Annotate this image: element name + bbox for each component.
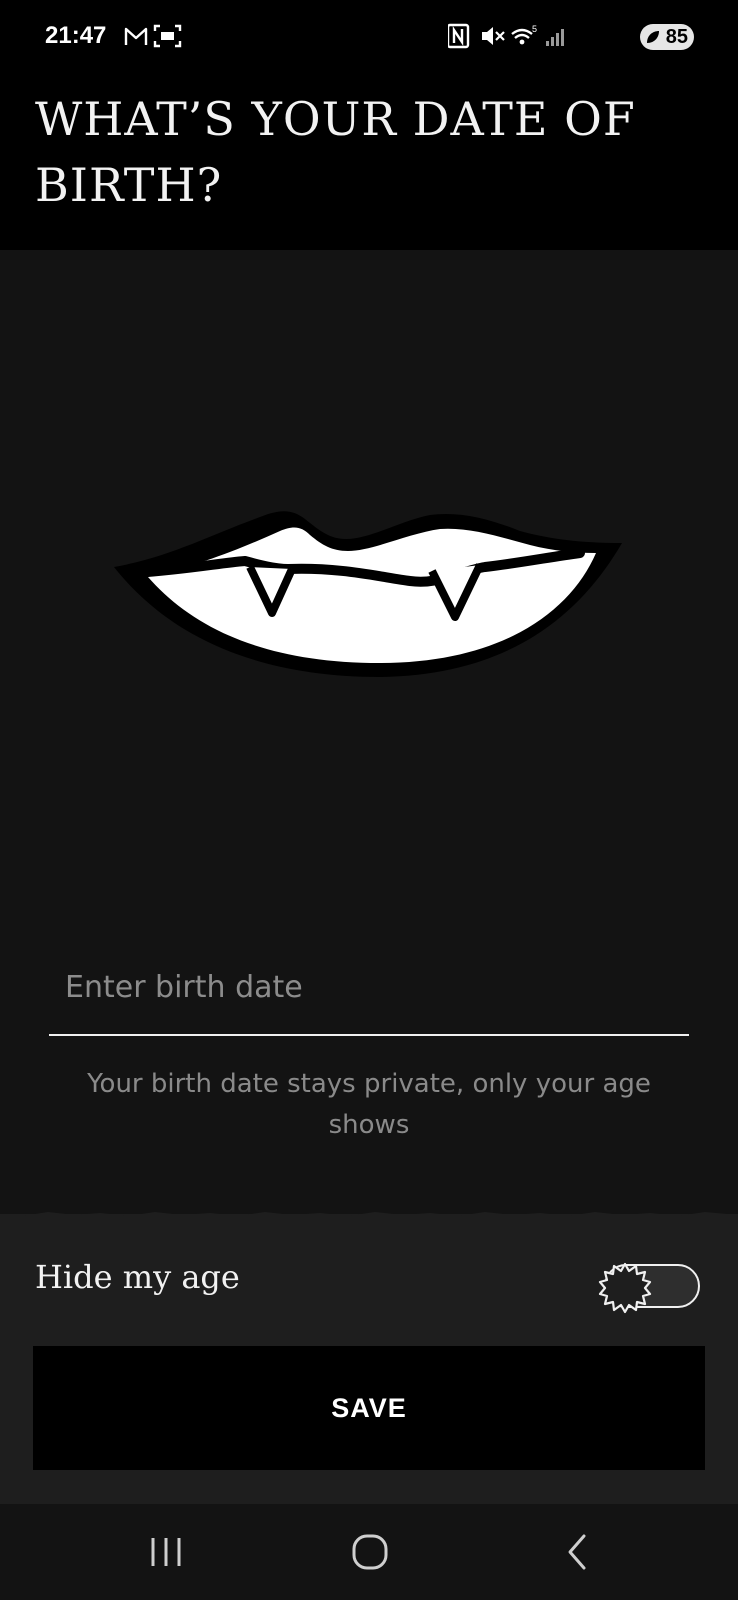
home-button[interactable] — [340, 1528, 400, 1576]
svg-text:5: 5 — [532, 24, 537, 34]
battery-saver-leaf-icon — [647, 31, 659, 43]
vampire-lips-icon — [114, 511, 622, 677]
page-title: WHAT’S YOUR DATE OF BIRTH? — [35, 92, 636, 212]
birth-date-input[interactable] — [49, 940, 689, 1036]
birth-date-privacy-note: Your birth date stays private, only your… — [87, 1069, 651, 1140]
signal-icon — [546, 29, 564, 46]
recent-apps-icon — [151, 1538, 181, 1566]
nfc-icon — [448, 23, 470, 49]
battery-icon: 85 — [640, 24, 694, 50]
status-left-icons — [124, 24, 182, 48]
torn-edge-divider — [0, 238, 738, 250]
hide-age-label: Hide my age — [35, 1258, 240, 1296]
hide-age-toggle[interactable] — [598, 1262, 702, 1314]
torn-edge-divider-bottom — [0, 1212, 738, 1226]
system-nav-bar — [0, 1504, 738, 1600]
gmail-icon — [124, 27, 148, 45]
status-bar: 21:47 5 85 — [0, 0, 738, 80]
recent-apps-button[interactable] — [136, 1528, 196, 1576]
battery-level: 85 — [665, 26, 688, 48]
toggle-knob-starburst-icon — [598, 1262, 652, 1314]
mute-icon — [482, 27, 505, 45]
status-right-icons: 5 — [448, 23, 564, 49]
home-icon — [352, 1534, 388, 1570]
screenshot-icon — [153, 24, 182, 48]
status-time: 21:47 — [45, 22, 107, 49]
back-button[interactable] — [548, 1528, 608, 1576]
back-icon — [568, 1534, 586, 1570]
wifi-icon: 5 — [511, 24, 537, 45]
save-button[interactable]: SAVE — [33, 1346, 705, 1470]
